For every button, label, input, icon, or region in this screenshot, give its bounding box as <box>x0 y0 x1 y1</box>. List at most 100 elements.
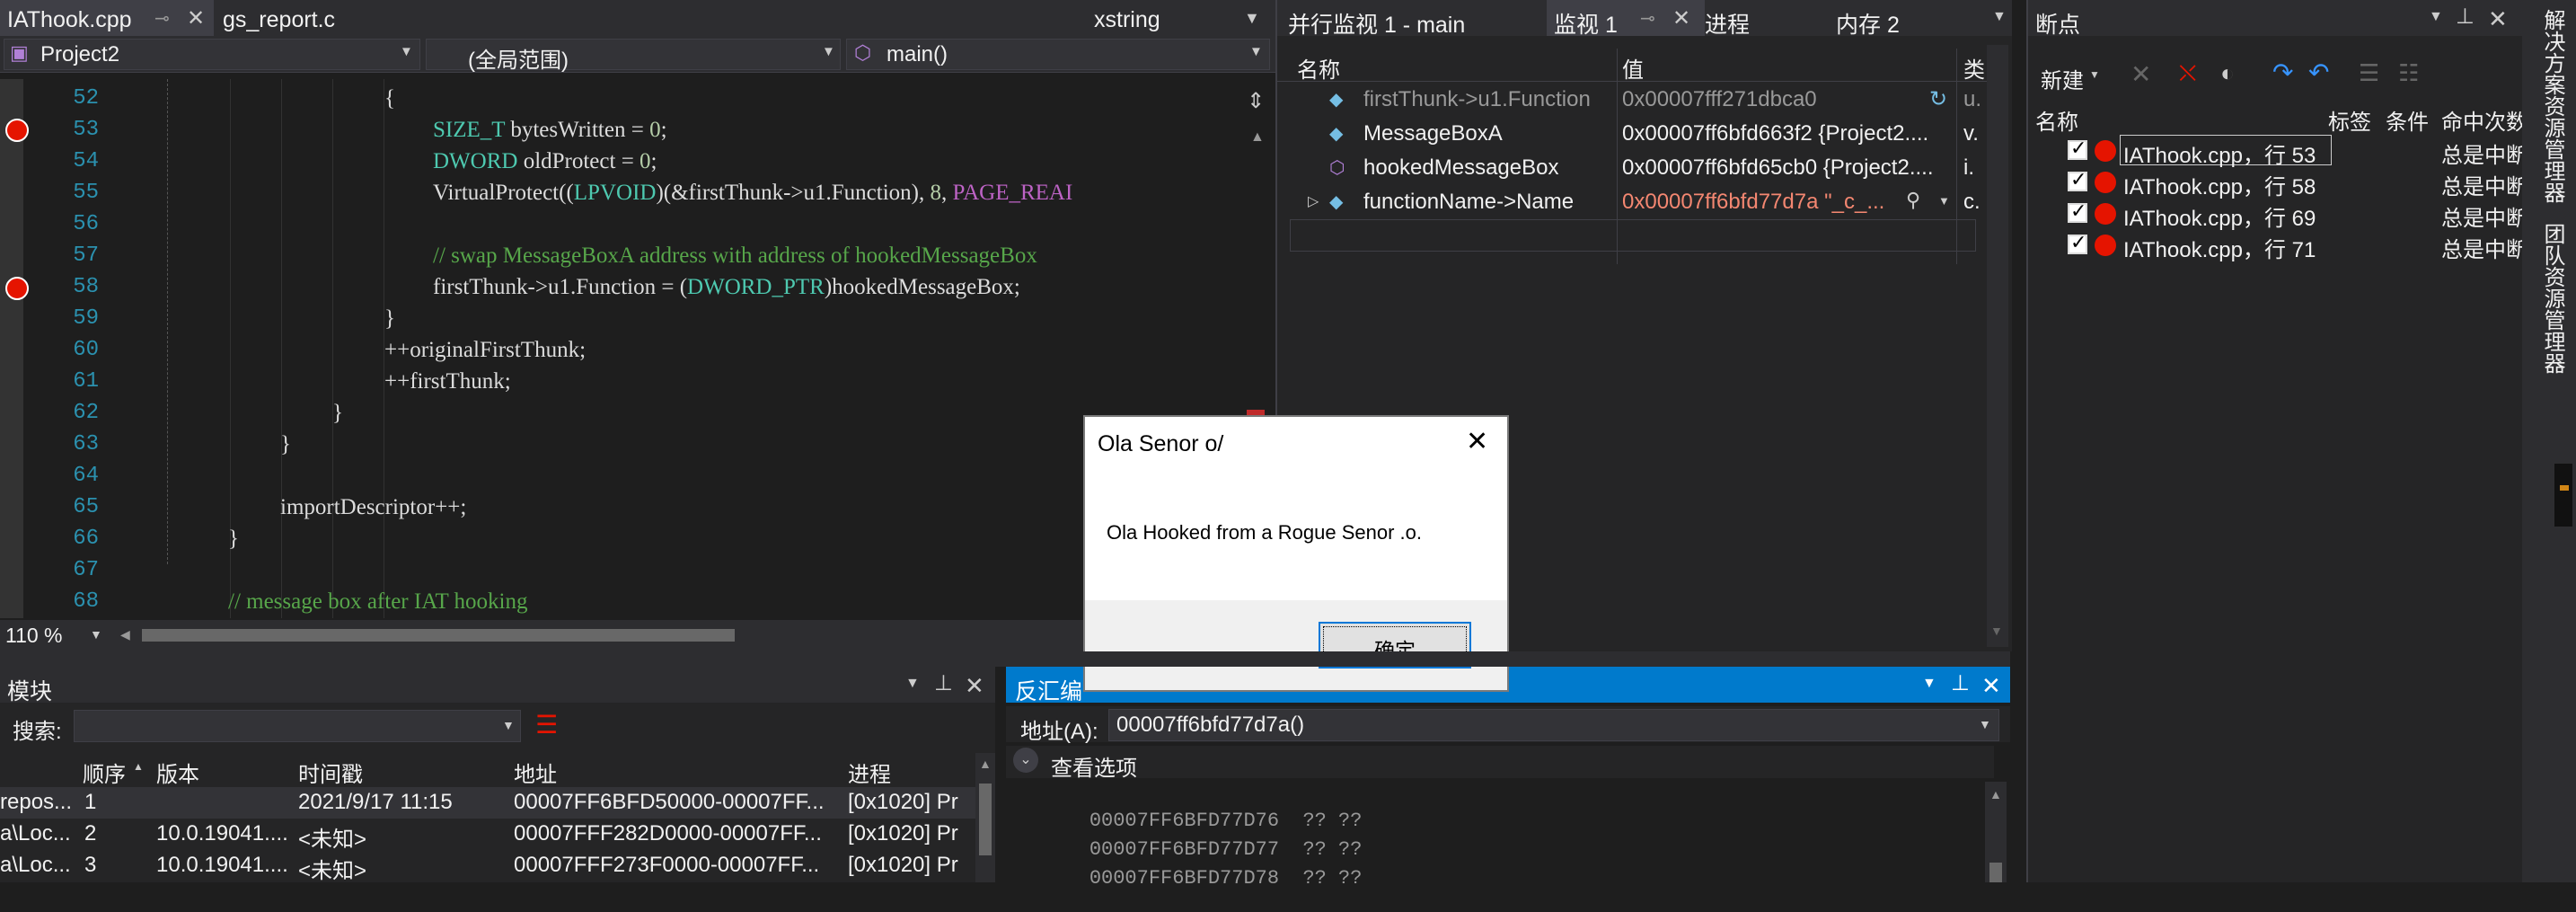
refresh-icon[interactable]: ↻ <box>1929 86 1947 112</box>
chevron-down-icon[interactable]: ▼ <box>905 676 920 692</box>
tab-watch-1[interactable]: 监视 1 ⊸ ✕ <box>1547 0 1705 38</box>
column-condition[interactable]: 条件 <box>2386 104 2429 136</box>
close-icon[interactable]: ✕ <box>187 5 205 31</box>
code-area[interactable]: 52 { 53 SIZE_T bytesWritten = 0; 54 DWOR… <box>0 79 1239 618</box>
tab-gs-report[interactable]: gs_report.c <box>216 0 395 36</box>
chevron-down-icon[interactable]: ▼ <box>90 627 102 642</box>
breakpoint-checkbox[interactable] <box>2068 137 2087 160</box>
tab-iathook[interactable]: IAThook.cpp ⊸ ✕ <box>0 0 214 36</box>
close-icon[interactable]: ✕ <box>1672 5 1690 31</box>
modules-scrollbar[interactable]: ▲ <box>975 753 995 882</box>
magnifier-icon[interactable]: ⚲ <box>1906 189 1920 212</box>
zoom-level[interactable]: 110 % <box>5 624 63 648</box>
search-input[interactable]: ▼ <box>74 710 521 742</box>
chevron-down-icon[interactable]: ▼ <box>1938 194 1950 208</box>
watch-add-row[interactable] <box>1290 219 1976 252</box>
disassembly-panel: 反汇编 ▼ ⊥ ✕ 地址(A): 00007ff6bfd77d7a() ▼ ⌄ … <box>1006 667 2010 890</box>
function-dropdown[interactable]: ⬡ main() ▼ <box>846 39 1270 70</box>
pin-icon[interactable]: ⊸ <box>1640 7 1655 30</box>
chevron-down-icon[interactable]: ▼ <box>2089 68 2100 81</box>
pin-icon[interactable]: ⊥ <box>2456 4 2475 30</box>
view-options[interactable]: ⌄ 查看选项 <box>1006 746 1994 781</box>
code-token: ; <box>650 149 657 173</box>
tab-xstring[interactable]: xstring <box>1094 7 1160 33</box>
column-hit-count[interactable]: 命中次数 <box>2441 104 2524 136</box>
watch-row[interactable]: ◆ firstThunk->u1.Function 0x00007fff271d… <box>1277 84 1987 117</box>
chevron-down-icon[interactable]: ▼ <box>1992 9 2007 25</box>
code-text: SIZE_T bytesWritten = 0; <box>433 118 667 143</box>
tab-memory-2[interactable]: 内存 2 <box>1836 7 1900 40</box>
close-icon[interactable]: ✕ <box>965 672 984 700</box>
column-value[interactable]: 值 <box>1622 52 1644 84</box>
split-icon[interactable]: ⇕ <box>1247 88 1265 114</box>
column-timestamp[interactable]: 时间戳 <box>298 757 363 788</box>
chevron-down-icon[interactable]: ▼ <box>1979 717 1991 731</box>
number-token: 0 <box>649 118 661 142</box>
close-icon[interactable]: ✕ <box>2488 5 2508 33</box>
breakpoint-checkbox[interactable] <box>2068 199 2087 223</box>
scroll-down-icon[interactable]: ▼ <box>1990 624 2003 638</box>
watch-row[interactable]: ▷ ◆ functionName->Name 0x00007ff6bfd77d7… <box>1277 187 1987 219</box>
scroll-thumb[interactable] <box>1989 863 2002 882</box>
disasm-scrollbar[interactable]: ▲ <box>1985 782 2007 882</box>
scroll-left-icon[interactable]: ◀ <box>120 627 130 642</box>
scope-dropdown[interactable]: (全局范围) ▼ <box>426 39 841 73</box>
tab-parallel-watch[interactable]: 并行监视 1 - main <box>1288 7 1465 40</box>
clear-filter-icon[interactable]: ☰ <box>535 710 558 739</box>
breakpoint-item[interactable]: IAThook.cpp，行 69 总是中断 <box>2028 198 2524 231</box>
breakpoint-item[interactable]: IAThook.cpp，行 58 总是中断 <box>2028 166 2524 199</box>
column-label[interactable]: 标签 <box>2328 104 2371 136</box>
horizontal-splitter[interactable] <box>0 651 2010 667</box>
tab-process[interactable]: 进程 <box>1705 7 1750 40</box>
chevron-down-icon[interactable]: ▼ <box>2429 9 2443 25</box>
column-address[interactable]: 地址 <box>514 757 557 788</box>
column-type[interactable]: 类 <box>1963 52 1985 84</box>
scroll-up-icon[interactable]: ▲ <box>979 757 992 771</box>
address-input[interactable]: 00007ff6bfd77d7a() ▼ <box>1108 709 1999 741</box>
delete-all-icon[interactable]: ⛌ <box>2179 59 2196 88</box>
column-name[interactable]: 名称 <box>1297 52 1340 84</box>
side-tab-team-explorer[interactable]: 团队资源管理器 <box>2531 223 2567 385</box>
column-process[interactable]: 进程 <box>848 757 891 788</box>
column-version[interactable]: 版本 <box>156 757 199 788</box>
go-to-source-icon[interactable]: ↷ <box>2272 58 2293 87</box>
watch-value: 0x00007ff6bfd663f2 {Project2.... <box>1622 121 1929 146</box>
chevron-down-icon[interactable]: ▼ <box>502 718 515 732</box>
new-breakpoint-button[interactable]: 新建 <box>2041 63 2084 94</box>
watch-scrollbar[interactable]: ▼ <box>1987 45 2008 647</box>
chevron-down-icon[interactable]: ▼ <box>1244 9 1260 28</box>
delete-icon[interactable]: ✕ <box>2130 59 2151 89</box>
breakpoint-item[interactable]: IAThook.cpp，行 71 总是中断 <box>2028 229 2524 262</box>
export-icon[interactable]: ☷ <box>2398 59 2419 87</box>
breakpoint-checkbox[interactable] <box>2068 168 2087 191</box>
column-name[interactable]: 名称 <box>2035 104 2078 136</box>
horizontal-scroll-thumb[interactable] <box>142 629 735 642</box>
scroll-up-icon[interactable]: ▲ <box>1250 129 1265 146</box>
module-row[interactable]: a\Loc... 3 10.0.19041.... <未知> 00007FFF2… <box>0 850 979 883</box>
chevron-down-icon[interactable]: ▼ <box>1922 676 1936 692</box>
toggle-all-icon[interactable]: ◐ <box>2220 59 2235 87</box>
column-order[interactable]: 顺序 <box>83 757 126 788</box>
watch-row[interactable]: ⬡ hookedMessageBox 0x00007ff6bfd65cb0 {P… <box>1277 153 1987 185</box>
scroll-up-icon[interactable]: ▲ <box>1989 787 2002 801</box>
breakpoint-item[interactable]: IAThook.cpp，行 53 总是中断 <box>2028 135 2524 168</box>
columns-icon[interactable]: ☰ <box>2359 59 2379 87</box>
line-number: 61 <box>73 369 99 394</box>
scroll-thumb[interactable] <box>979 784 992 855</box>
module-row[interactable]: repos... 1 2021/9/17 11:15 00007FF6BFD50… <box>0 787 979 819</box>
chevron-down-circle-icon[interactable]: ⌄ <box>1013 748 1038 773</box>
go-to-disassembly-icon[interactable]: ↶ <box>2308 58 2329 87</box>
watch-row[interactable]: ◆ MessageBoxA 0x00007ff6bfd663f2 {Projec… <box>1277 119 1987 151</box>
expand-icon[interactable]: ▷ <box>1308 192 1319 210</box>
disasm-line: 00007FF6BFD77D78 ?? ?? <box>1042 845 1363 890</box>
close-icon[interactable]: ✕ <box>1466 426 1488 457</box>
close-icon[interactable]: ✕ <box>1981 672 2001 700</box>
breakpoint-checkbox[interactable] <box>2068 231 2087 254</box>
pin-icon[interactable]: ⊥ <box>1951 670 1970 696</box>
dialog-titlebar[interactable]: Ola Senor o/ ✕ <box>1085 417 1507 471</box>
pin-icon[interactable]: ⊸ <box>154 7 170 30</box>
module-row[interactable]: a\Loc... 2 10.0.19041.... <未知> 00007FFF2… <box>0 819 979 852</box>
project-dropdown[interactable]: ▣ Project2 ▼ <box>4 39 420 70</box>
side-tab-solution-explorer[interactable]: 解决方案资源管理器 <box>2531 9 2567 207</box>
pin-icon[interactable]: ⊥ <box>934 670 953 696</box>
